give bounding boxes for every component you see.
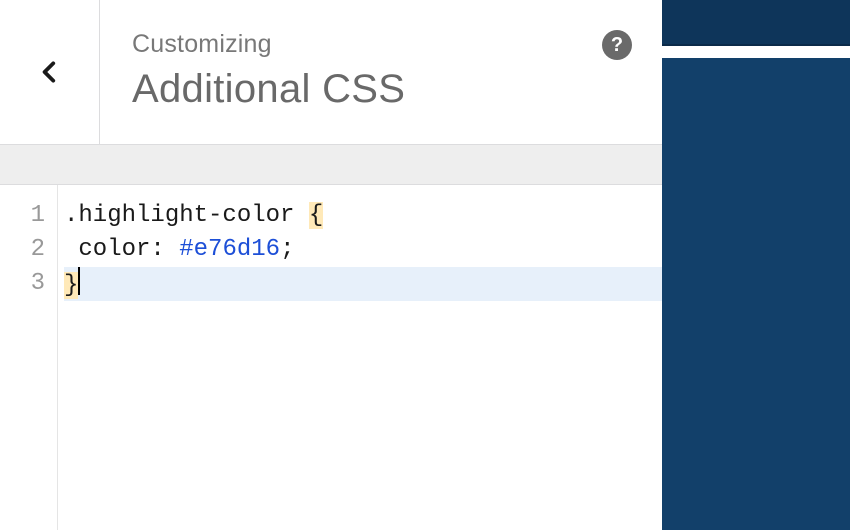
code-token: { [309,202,323,229]
code-line[interactable]: } [64,267,662,301]
chevron-left-icon [37,59,63,85]
code-token: .highlight-color [64,202,309,229]
code-token: color [64,236,150,263]
preview-gap [662,46,850,58]
text-cursor [78,267,80,295]
line-number: 2 [0,233,57,267]
code-token: : [150,236,179,263]
css-editor[interactable]: 1 2 3 .highlight-color { color: #e76d16;… [0,185,662,530]
help-button[interactable]: ? [602,30,632,60]
code-line[interactable]: .highlight-color { [64,199,662,233]
customizer-panel: Customizing Additional CSS ? 1 2 3 .high… [0,0,662,530]
header-titles: Customizing Additional CSS ? [100,0,662,144]
code-line[interactable]: color: #e76d16; [64,233,662,267]
header-eyebrow: Customizing [132,30,630,59]
code-area[interactable]: .highlight-color { color: #e76d16;} [58,185,662,530]
help-icon: ? [611,34,623,57]
line-number-gutter: 1 2 3 [0,185,58,530]
spacer-bar [0,145,662,185]
code-token: #e76d16 [179,236,280,263]
line-number: 1 [0,199,57,233]
panel-header: Customizing Additional CSS ? [0,0,662,145]
line-number: 3 [0,267,57,301]
site-preview[interactable] [662,0,850,530]
preview-body [662,58,850,530]
code-token: } [64,272,78,299]
code-token: ; [280,236,294,263]
preview-topbar [662,0,850,46]
back-button[interactable] [0,0,100,144]
header-title: Additional CSS [132,67,630,112]
